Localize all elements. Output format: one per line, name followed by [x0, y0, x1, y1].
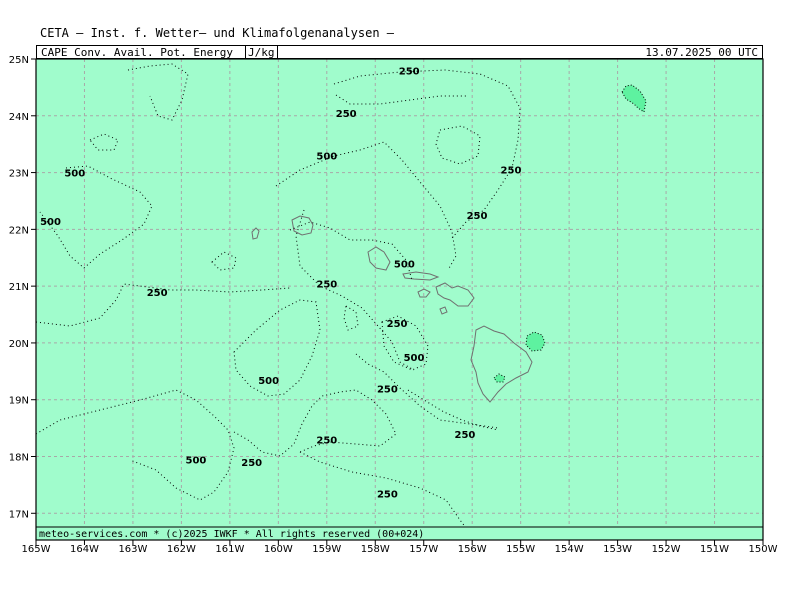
tick-label-lat: 25N	[9, 55, 29, 66]
tick-label-lon: 151W	[700, 544, 729, 555]
tick-label-lon: 163W	[118, 544, 147, 555]
contour-label: 250	[399, 66, 420, 77]
tick-label-lon: 152W	[652, 544, 681, 555]
contour-label: 250	[336, 109, 357, 120]
tick-label-lon: 154W	[555, 544, 584, 555]
tick-label-lon: 165W	[22, 544, 51, 555]
contour-label: 500	[394, 259, 415, 270]
contour-label: 500	[258, 376, 279, 387]
tick-label-lon: 159W	[312, 544, 341, 555]
contour-label: 250	[316, 279, 337, 290]
contour-label: 250	[454, 430, 475, 441]
contour-label: 250	[377, 384, 398, 395]
tick-label-lat: 21N	[9, 282, 29, 293]
tick-label-lon: 158W	[361, 544, 390, 555]
tick-label-lon: 153W	[603, 544, 632, 555]
contour-label: 250	[387, 319, 408, 330]
tick-label-lat: 20N	[9, 339, 29, 350]
tick-label-lon: 160W	[264, 544, 293, 555]
tick-label-lat: 17N	[9, 509, 29, 520]
contour-label: 500	[40, 217, 61, 228]
contour-label: 500	[186, 455, 207, 466]
tick-label-lat: 19N	[9, 396, 29, 407]
tick-label-lon: 155W	[506, 544, 535, 555]
tick-label-lon: 162W	[167, 544, 196, 555]
tick-label-lat: 23N	[9, 169, 29, 180]
contour-label: 500	[404, 353, 425, 364]
contour-label: 250	[316, 435, 337, 446]
map-background	[36, 59, 763, 536]
tick-label-lon: 150W	[749, 544, 778, 555]
tick-label-lat: 24N	[9, 112, 29, 123]
contour-label: 250	[501, 166, 522, 177]
footer-credit: meteo-services.com * (c)2025 IWKF * All …	[39, 529, 425, 540]
contour-label: 250	[377, 489, 398, 500]
contour-label: 250	[467, 211, 488, 222]
tick-label-lon: 161W	[215, 544, 244, 555]
contour-label: 500	[316, 152, 337, 163]
tick-label-lon: 157W	[409, 544, 438, 555]
tick-label-lon: 164W	[70, 544, 99, 555]
contour-label: 500	[64, 169, 85, 180]
tick-label-lat: 18N	[9, 453, 29, 464]
contour-label: 250	[147, 288, 168, 299]
contour-label: 250	[241, 458, 262, 469]
tick-label-lat: 22N	[9, 225, 29, 236]
tick-label-lon: 156W	[458, 544, 487, 555]
map-chart: 250 250 500 500 250 500 250 500 250 250 250 500 500 2…	[9, 55, 778, 555]
